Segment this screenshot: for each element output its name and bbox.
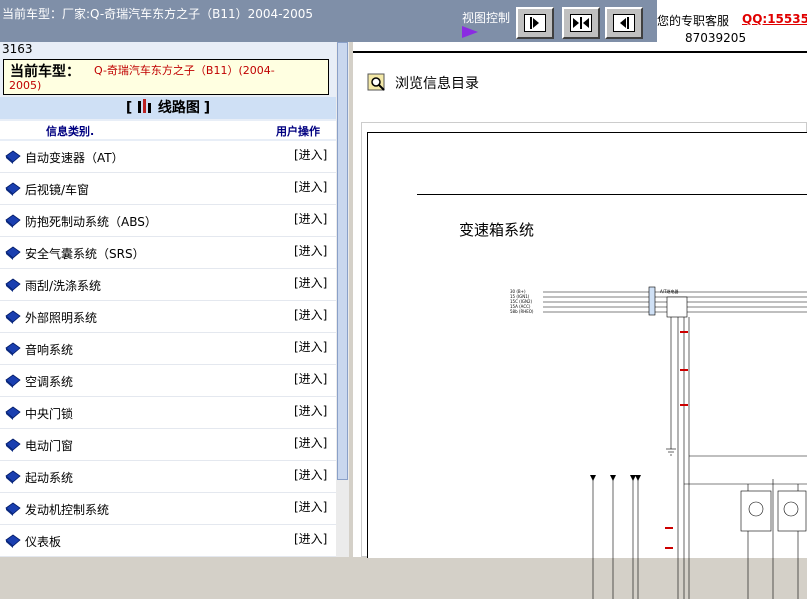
relay-label: A/T继电器 bbox=[660, 288, 679, 294]
section-title: 线路图 bbox=[157, 100, 200, 116]
enter-link[interactable]: [进入] bbox=[294, 370, 327, 387]
book-icon bbox=[5, 534, 21, 548]
relay-icon bbox=[666, 296, 688, 318]
current-model-value-2: 2005) bbox=[9, 79, 42, 92]
top-bar: 当前车型：厂家:Q-奇瑞汽车东方之子（B11）2004-2005 视图控制 您的… bbox=[0, 0, 807, 45]
book-icon bbox=[5, 502, 21, 516]
list-item-label: 发动机控制系统 bbox=[25, 503, 110, 517]
diagram-title: 变速箱系统 bbox=[459, 221, 535, 239]
current-model-label: 当前车型： bbox=[10, 64, 80, 80]
expand-right-button[interactable] bbox=[605, 7, 643, 39]
play-arrow-icon bbox=[462, 26, 478, 38]
enter-link[interactable]: [进入] bbox=[294, 306, 327, 323]
wiring-diagram: 30 (B+)15 (IGN1)15C (IGN2)15A (ACC)58b (… bbox=[510, 286, 807, 599]
enter-link[interactable]: [进入] bbox=[294, 210, 327, 227]
left-scrollbar[interactable] bbox=[336, 42, 349, 557]
book-icon bbox=[5, 342, 21, 356]
list-item[interactable]: 起动系统 [进入] bbox=[0, 461, 336, 493]
list-item[interactable]: 后视镜/车窗 [进入] bbox=[0, 173, 336, 205]
scrollbar-thumb[interactable] bbox=[337, 42, 348, 480]
arrow-right-icon bbox=[530, 17, 539, 29]
current-model-box: 当前车型： Q-奇瑞汽车东方之子（B11）(2004- 2005) bbox=[3, 59, 329, 95]
book-icon bbox=[5, 214, 21, 228]
section-bracket-open: [ bbox=[125, 100, 133, 116]
divider bbox=[353, 51, 807, 53]
list-item-label: 自动变速器（AT） bbox=[25, 151, 124, 165]
connector-arrows bbox=[590, 475, 641, 481]
header-category: 信息类别. bbox=[46, 125, 95, 138]
book-icon bbox=[5, 310, 21, 324]
list-item-label: 起动系统 bbox=[25, 471, 74, 485]
arrow-left-icon bbox=[620, 17, 629, 29]
wire-markers bbox=[665, 331, 688, 549]
list-header: 信息类别. 用户操作 bbox=[0, 121, 336, 139]
section-header: [ 线路图 ] bbox=[0, 97, 336, 119]
enter-link[interactable]: [进入] bbox=[294, 530, 327, 547]
window-title: 当前车型：厂家:Q-奇瑞汽车东方之子（B11）2004-2005 bbox=[2, 7, 314, 21]
list-item-label: 中央门锁 bbox=[25, 407, 74, 421]
list-item-label: 仪表板 bbox=[25, 535, 62, 549]
list-item[interactable]: 外部照明系统 [进入] bbox=[0, 301, 336, 333]
category-list: 自动变速器（AT） [进入] 后视镜/车窗 [进入] 防抱死制动系统（ABS） [进入] 安… bbox=[0, 141, 336, 557]
list-item-label: 雨刮/洗涤系统 bbox=[25, 279, 102, 293]
page-rule bbox=[417, 194, 807, 195]
enter-link[interactable]: [进入] bbox=[294, 146, 327, 163]
sensor-boxes bbox=[740, 490, 807, 532]
book-icon bbox=[5, 278, 21, 292]
book-icon bbox=[5, 470, 21, 484]
header-action: 用户操作 bbox=[276, 125, 320, 138]
split-view-button[interactable] bbox=[562, 7, 600, 39]
list-item[interactable]: 自动变速器（AT） [进入] bbox=[0, 141, 336, 173]
list-item[interactable]: 安全气囊系统（SRS） [进入] bbox=[0, 237, 336, 269]
list-item-label: 安全气囊系统（SRS） bbox=[25, 247, 145, 261]
left-panel: 3163 当前车型： Q-奇瑞汽车东方之子（B11）(2004- 2005) [… bbox=[0, 42, 349, 557]
list-item[interactable]: 仪表板 [进入] bbox=[0, 525, 336, 557]
browse-catalog-link[interactable]: 浏览信息目录 bbox=[395, 73, 479, 93]
list-item-label: 音响系统 bbox=[25, 343, 74, 357]
model-code: 3163 bbox=[2, 42, 33, 56]
right-panel: 浏览信息目录 变速箱系统 30 (B+) 15 (IGN1) 15C (IGN2) 1… bbox=[353, 42, 807, 599]
enter-link[interactable]: [进入] bbox=[294, 274, 327, 291]
support-panel: 您的专职客服 QQ:155350 87039205 bbox=[657, 0, 807, 45]
enter-link[interactable]: [进入] bbox=[294, 242, 327, 259]
list-item[interactable]: 空调系统 [进入] bbox=[0, 365, 336, 397]
list-item[interactable]: 电动门窗 [进入] bbox=[0, 429, 336, 461]
list-item[interactable]: 中央门锁 [进入] bbox=[0, 397, 336, 429]
book-icon bbox=[5, 438, 21, 452]
list-item[interactable]: 雨刮/洗涤系统 [进入] bbox=[0, 269, 336, 301]
book-icon bbox=[5, 374, 21, 388]
current-model-value: Q-奇瑞汽车东方之子（B11）(2004- bbox=[94, 64, 275, 77]
expand-left-button[interactable] bbox=[516, 7, 554, 39]
list-item[interactable]: 发动机控制系统 [进入] bbox=[0, 493, 336, 525]
enter-link[interactable]: [进入] bbox=[294, 498, 327, 515]
list-item-label: 后视镜/车窗 bbox=[25, 183, 90, 197]
support-label: 您的专职客服 bbox=[657, 14, 730, 28]
arrows-inward-icon bbox=[573, 17, 589, 29]
wire-label: 58b (RHEO) bbox=[510, 309, 534, 314]
qq-link[interactable]: QQ:155350 bbox=[742, 12, 807, 26]
book-icon bbox=[5, 406, 21, 420]
list-item-label: 空调系统 bbox=[25, 375, 74, 389]
list-item-label: 外部照明系统 bbox=[25, 311, 98, 325]
list-item[interactable]: 音响系统 [进入] bbox=[0, 333, 336, 365]
enter-link[interactable]: [进入] bbox=[294, 402, 327, 419]
enter-link[interactable]: [进入] bbox=[294, 466, 327, 483]
book-icon bbox=[5, 150, 21, 164]
list-item[interactable]: 防抱死制动系统（ABS） [进入] bbox=[0, 205, 336, 237]
view-control-label: 视图控制 bbox=[462, 11, 511, 25]
list-item-label: 防抱死制动系统（ABS） bbox=[25, 215, 157, 229]
enter-link[interactable]: [进入] bbox=[294, 338, 327, 355]
browse-icon bbox=[367, 73, 385, 91]
list-item-label: 电动门窗 bbox=[25, 439, 74, 453]
enter-link[interactable]: [进入] bbox=[294, 434, 327, 451]
enter-link[interactable]: [进入] bbox=[294, 178, 327, 195]
wiring-diagram-icon bbox=[138, 99, 152, 113]
book-icon bbox=[5, 246, 21, 260]
book-icon bbox=[5, 182, 21, 196]
fuse-icon bbox=[648, 286, 656, 316]
section-bracket-close: ] bbox=[203, 100, 211, 116]
